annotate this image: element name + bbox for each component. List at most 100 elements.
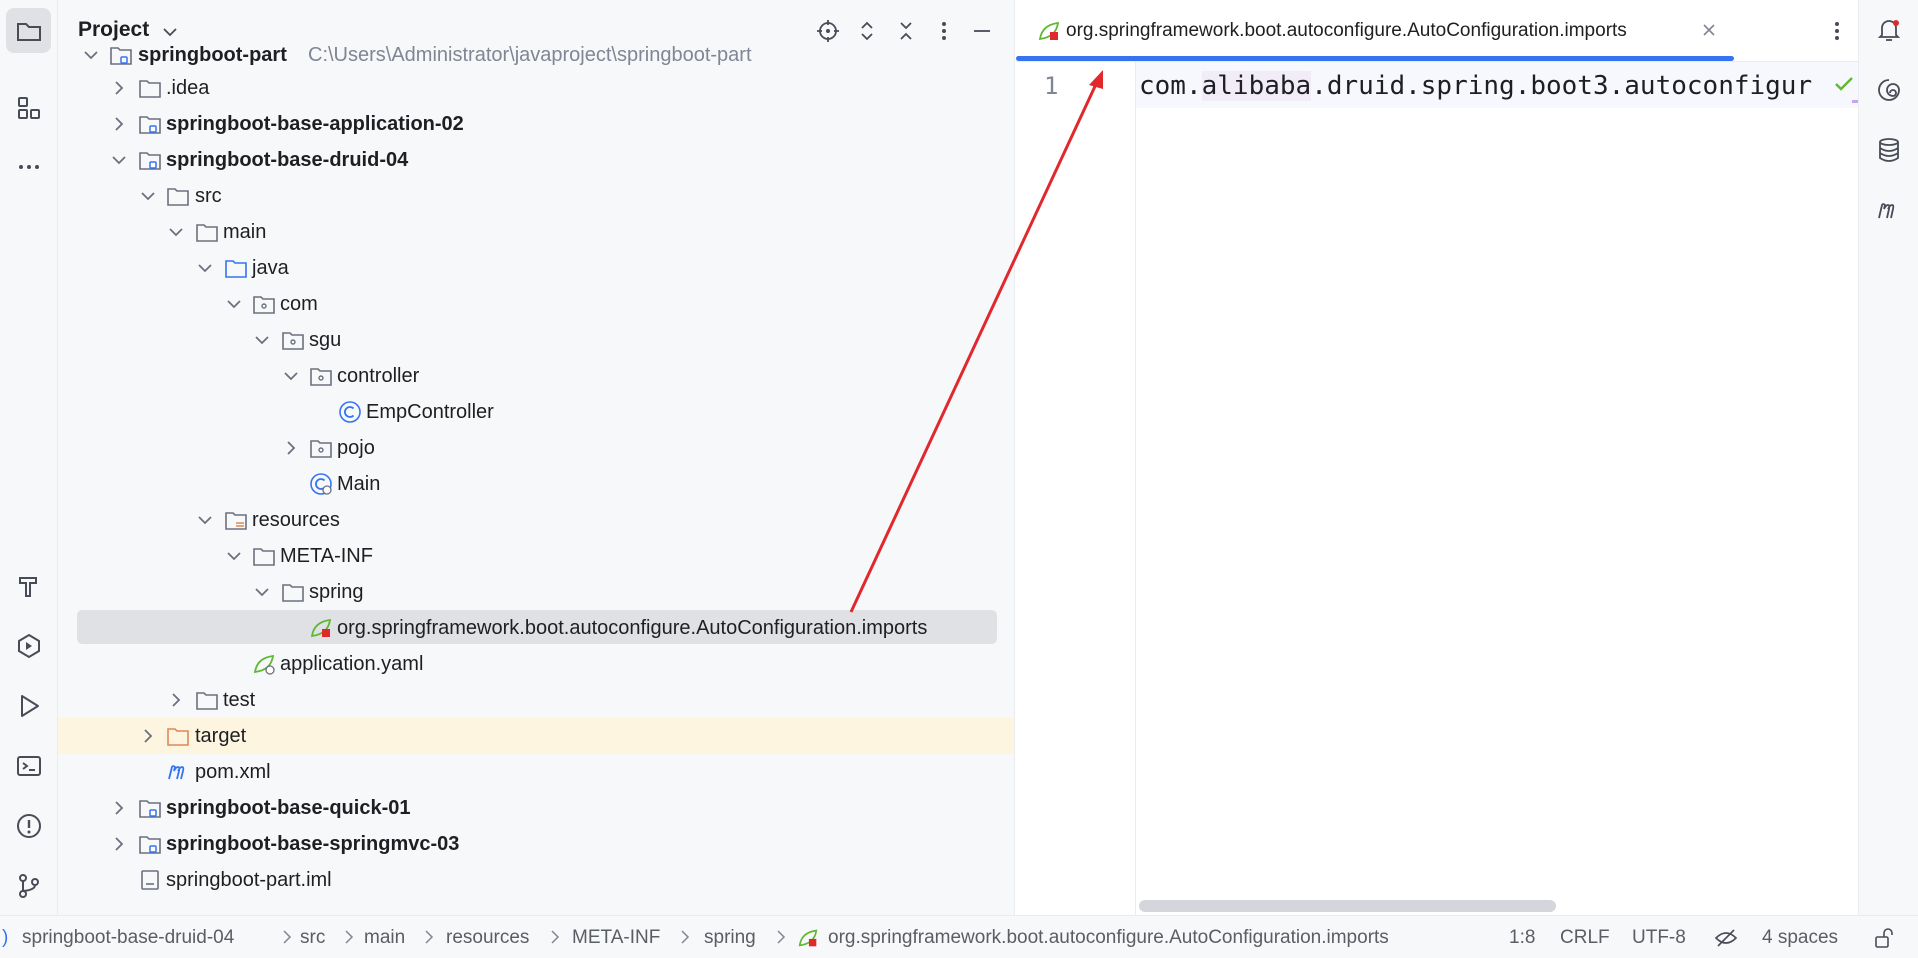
chevron-right-icon[interactable] xyxy=(280,437,302,459)
module-folder-icon xyxy=(139,800,161,818)
more-tools-button[interactable] xyxy=(6,144,51,189)
breadcrumb-item[interactable]: src xyxy=(300,927,325,949)
inspection-ok-icon[interactable] xyxy=(1832,72,1856,96)
tree-row-target[interactable]: target xyxy=(58,718,1014,754)
hammer-icon xyxy=(18,576,37,597)
tree-row-module-druid[interactable]: springboot-base-druid-04 xyxy=(58,142,1014,178)
editor-horizontal-scrollbar[interactable] xyxy=(1139,900,1556,912)
tree-row-com[interactable]: com xyxy=(58,286,1014,322)
chevron-right-icon xyxy=(681,930,690,944)
folder-icon xyxy=(253,548,275,566)
tree-row-src[interactable]: src xyxy=(58,178,1014,214)
chevron-right-icon[interactable] xyxy=(165,689,187,711)
breadcrumb-item[interactable]: META-INF xyxy=(572,927,660,949)
chevron-right-icon[interactable] xyxy=(108,77,130,99)
line-ending[interactable]: CRLF xyxy=(1560,927,1610,949)
tree-row-java[interactable]: java xyxy=(58,250,1014,286)
chevron-right-icon[interactable] xyxy=(108,113,130,135)
ai-assistant-button[interactable] xyxy=(1873,74,1905,106)
tree-label: Main xyxy=(337,473,381,495)
indent-setting[interactable]: 4 spaces xyxy=(1762,927,1838,949)
tree-row-module-quick[interactable]: springboot-base-quick-01 xyxy=(58,790,1014,826)
tree-row-imports-file[interactable]: org.springframework.boot.autoconfigure.A… xyxy=(58,610,1014,646)
chevron-right-icon[interactable] xyxy=(137,725,159,747)
module-folder-icon xyxy=(139,116,161,134)
tree-row-pom[interactable]: pom.xml xyxy=(58,754,1014,790)
structure-tool-button[interactable] xyxy=(6,85,51,130)
no-highlighting-icon[interactable] xyxy=(1714,926,1738,950)
database-button[interactable] xyxy=(1873,134,1905,166)
tree-row-pojo[interactable]: pojo xyxy=(58,430,1014,466)
spring-yaml-file-icon xyxy=(253,654,275,675)
spring-imports-file-icon xyxy=(1038,21,1060,41)
breadcrumb-item[interactable]: resources xyxy=(446,927,529,949)
spring-boot-main-class-icon xyxy=(310,473,332,495)
breadcrumb-item[interactable]: org.springframework.boot.autoconfigure.A… xyxy=(828,927,1389,949)
chevron-down-icon[interactable] xyxy=(280,365,302,387)
chevron-down-icon[interactable] xyxy=(223,545,245,567)
status-bar: ) springboot-base-druid-04 src main reso… xyxy=(0,915,1918,958)
unlock-icon[interactable] xyxy=(1872,926,1896,950)
tree-row-iml[interactable]: springboot-part.iml xyxy=(58,862,1014,898)
folder-icon xyxy=(196,224,218,242)
maven-tool-button[interactable] xyxy=(1873,194,1905,226)
tree-row-application-yaml[interactable]: application.yaml xyxy=(58,646,1014,682)
chevron-down-icon[interactable] xyxy=(251,329,273,351)
tree-row-test[interactable]: test xyxy=(58,682,1014,718)
project-tool-button[interactable] xyxy=(6,8,51,53)
tree-row-main-class[interactable]: Main xyxy=(58,466,1014,502)
chevron-right-icon[interactable] xyxy=(108,833,130,855)
caret-position[interactable]: 1:8 xyxy=(1509,927,1535,949)
close-icon[interactable] xyxy=(1698,19,1720,41)
tree-row-root[interactable]: springboot-part C:\Users\Administrator\j… xyxy=(58,37,1014,73)
tree-label: .idea xyxy=(166,77,210,99)
terminal-tool-button[interactable] xyxy=(6,743,51,788)
package-icon xyxy=(282,332,304,350)
chevron-right-icon xyxy=(283,930,292,944)
tree-row-emp-controller[interactable]: EmpController xyxy=(58,394,1014,430)
tree-row-module-application[interactable]: springboot-base-application-02 xyxy=(58,106,1014,142)
module-folder-icon xyxy=(110,47,132,65)
breadcrumb-item[interactable]: spring xyxy=(704,927,756,949)
chevron-down-icon[interactable] xyxy=(165,221,187,243)
tree-row-meta-inf[interactable]: META-INF xyxy=(58,538,1014,574)
chevron-right-icon[interactable] xyxy=(108,797,130,819)
module-folder-icon xyxy=(139,152,161,170)
tree-row-main[interactable]: main xyxy=(58,214,1014,250)
run-tool-button[interactable] xyxy=(6,683,51,728)
tree-row-sgu[interactable]: sgu xyxy=(58,322,1014,358)
chevron-down-icon[interactable] xyxy=(251,581,273,603)
editor-tab-label: org.springframework.boot.autoconfigure.A… xyxy=(1066,20,1627,41)
git-tool-button[interactable] xyxy=(6,863,51,908)
spring-imports-file-icon xyxy=(310,618,332,638)
tree-row-idea[interactable]: .idea xyxy=(58,70,1014,106)
editor-tab-imports[interactable]: org.springframework.boot.autoconfigure.A… xyxy=(1016,0,1734,62)
chevron-down-icon[interactable] xyxy=(108,149,130,171)
excluded-folder-icon xyxy=(167,728,189,746)
editor-tab-bar: org.springframework.boot.autoconfigure.A… xyxy=(1016,0,1858,62)
chevron-down-icon[interactable] xyxy=(223,293,245,315)
resources-folder-icon xyxy=(225,512,247,530)
notifications-button[interactable] xyxy=(1873,14,1905,46)
tree-row-module-springmvc[interactable]: springboot-base-springmvc-03 xyxy=(58,826,1014,862)
package-icon xyxy=(310,368,332,386)
chevron-down-icon[interactable] xyxy=(80,44,102,66)
chevron-down-icon[interactable] xyxy=(194,257,216,279)
build-tool-button[interactable] xyxy=(6,563,51,608)
editor-area: org.springframework.boot.autoconfigure.A… xyxy=(1016,0,1858,915)
services-tool-button[interactable] xyxy=(6,623,51,668)
tree-row-spring[interactable]: spring xyxy=(58,574,1014,610)
tree-row-resources[interactable]: resources xyxy=(58,502,1014,538)
breadcrumb-item[interactable]: main xyxy=(364,927,405,949)
tab-options-icon[interactable] xyxy=(1824,17,1850,45)
package-icon xyxy=(253,296,275,314)
chevron-down-icon[interactable] xyxy=(194,509,216,531)
tree-label: springboot-base-springmvc-03 xyxy=(166,833,460,855)
tree-label: META-INF xyxy=(280,545,373,567)
chevron-down-icon[interactable] xyxy=(137,185,159,207)
code-line[interactable]: com.alibaba.druid.spring.boot3.autoconfi… xyxy=(1139,71,1839,101)
tree-row-controller[interactable]: controller xyxy=(58,358,1014,394)
problems-tool-button[interactable] xyxy=(6,803,51,848)
breadcrumb-item[interactable]: springboot-base-druid-04 xyxy=(22,927,234,949)
file-encoding[interactable]: UTF-8 xyxy=(1632,927,1686,949)
